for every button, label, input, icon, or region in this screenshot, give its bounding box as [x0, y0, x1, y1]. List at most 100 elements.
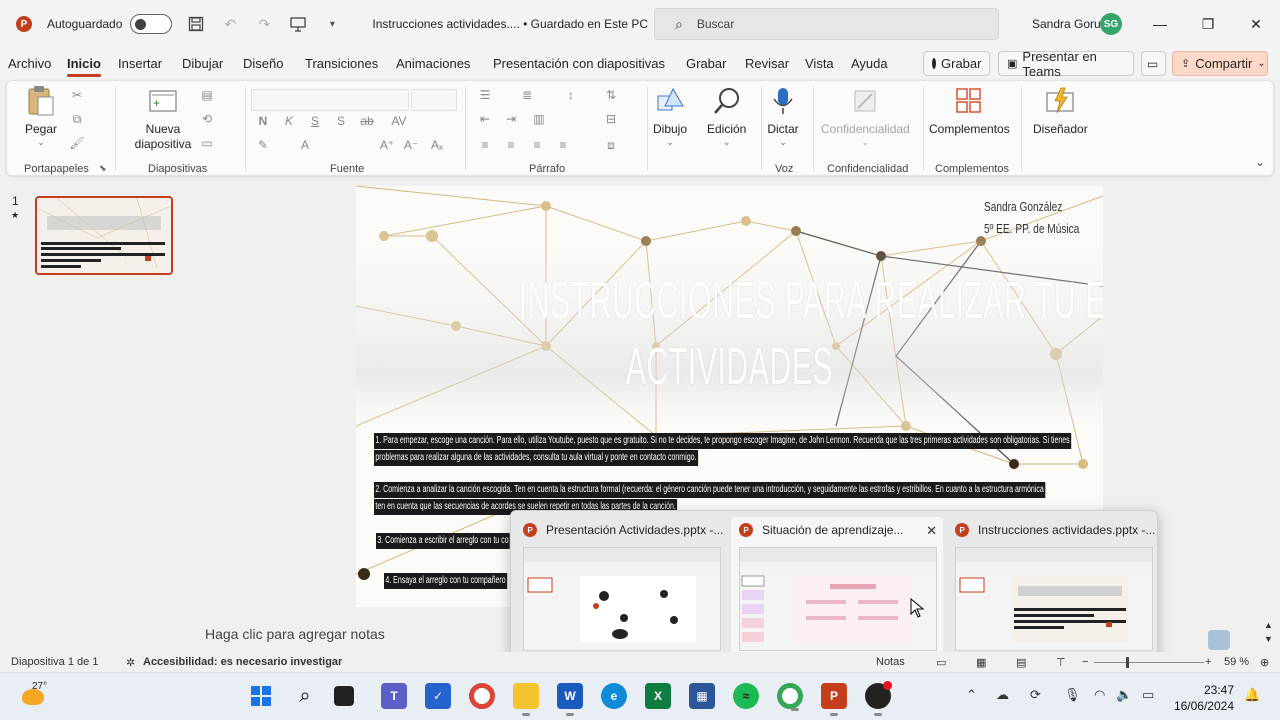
tab-ayuda[interactable]: Ayuda: [851, 56, 888, 71]
tab-insertar[interactable]: Insertar: [118, 56, 162, 71]
autosave-toggle[interactable]: [130, 14, 173, 34]
tab-vista[interactable]: Vista: [805, 56, 834, 71]
smartart-icon[interactable]: ⧈: [603, 137, 619, 153]
edge-icon[interactable]: e: [601, 683, 627, 709]
reset-icon[interactable]: ⟲: [199, 111, 215, 127]
text-direction-icon[interactable]: ⇅: [603, 87, 619, 103]
avatar[interactable]: SG: [1100, 13, 1122, 35]
restore-icon[interactable]: ❐: [1198, 14, 1218, 34]
collapse-ribbon-icon[interactable]: ⌄: [1255, 155, 1265, 169]
copilot-icon[interactable]: [1208, 630, 1230, 650]
cut-icon[interactable]: ✂: [69, 87, 85, 103]
section-icon[interactable]: ▭: [199, 135, 215, 151]
drawing-button[interactable]: Dibujo ⌄: [653, 85, 687, 148]
tab-transiciones[interactable]: Transiciones: [305, 56, 378, 71]
numbering-icon[interactable]: ≣: [519, 87, 535, 103]
italic-button[interactable]: K: [281, 113, 297, 129]
chrome-profile-icon[interactable]: [777, 683, 803, 711]
strikethrough-button[interactable]: ab: [359, 113, 375, 129]
search-icon[interactable]: ⌕: [292, 683, 318, 709]
align-center-icon[interactable]: ≡: [503, 137, 519, 153]
slide-thumbnail[interactable]: [35, 196, 173, 275]
notification-bell-icon[interactable]: 🔔: [1244, 687, 1260, 703]
grow-font-icon[interactable]: A⁺: [379, 137, 395, 153]
align-right-icon[interactable]: ≡: [529, 137, 545, 153]
highlight-icon[interactable]: ✎: [255, 137, 271, 153]
onedrive-icon[interactable]: ☁: [996, 687, 1009, 703]
tab-revisar[interactable]: Revisar: [745, 56, 789, 71]
shadow-button[interactable]: S: [333, 113, 349, 129]
fit-slide-icon[interactable]: ⊕: [1260, 656, 1269, 669]
redo-icon[interactable]: ↷: [254, 14, 274, 34]
task-view-icon[interactable]: [334, 686, 354, 706]
excel-icon[interactable]: X: [645, 683, 671, 709]
slide-info[interactable]: Diapositiva 1 de 1: [11, 656, 98, 668]
record-button[interactable]: Grabar: [923, 51, 990, 76]
preview-window-2[interactable]: P Situación de aprendizaje... ✕: [731, 517, 943, 657]
instruction-1a[interactable]: 1. Para empezar, escoge una canción. Par…: [374, 433, 1072, 449]
show-hidden-icons[interactable]: ⌃: [966, 687, 977, 703]
font-family-select[interactable]: [251, 89, 409, 111]
store-icon[interactable]: ▦: [689, 683, 715, 709]
decrease-indent-icon[interactable]: ⇤: [477, 111, 493, 127]
preview-window-1[interactable]: P Presentación Actividades.pptx -...: [515, 517, 727, 657]
zoom-slider[interactable]: [1094, 662, 1204, 663]
customize-quick-access-icon[interactable]: ▾: [322, 14, 342, 34]
clear-format-icon[interactable]: Aₓ: [429, 137, 445, 153]
volume-icon[interactable]: 🔈: [1116, 687, 1132, 703]
copy-icon[interactable]: ⧉: [69, 111, 85, 127]
microphone-icon[interactable]: 🎙: [1064, 687, 1081, 703]
tab-archivo[interactable]: Archivo: [8, 56, 51, 71]
present-in-teams-button[interactable]: ▣ Presentar en Teams: [998, 49, 1134, 79]
comments-button[interactable]: ▭: [1141, 51, 1166, 76]
scroll-down-icon[interactable]: ▼: [1264, 634, 1273, 644]
bullets-icon[interactable]: ☰: [477, 87, 493, 103]
minimize-icon[interactable]: —: [1150, 14, 1170, 34]
accessibility-status[interactable]: Accesibilidad: es necesario investigar: [143, 656, 342, 668]
chrome-icon[interactable]: [469, 683, 495, 709]
preview-window-3[interactable]: P Instrucciones actividades.pptx -...: [947, 517, 1159, 657]
zoom-level[interactable]: 59 %: [1224, 656, 1249, 668]
tab-inicio[interactable]: Inicio: [67, 56, 101, 77]
align-left-icon[interactable]: ≡: [477, 137, 493, 153]
undo-icon[interactable]: ↶: [220, 14, 240, 34]
scroll-up-icon[interactable]: ▲: [1264, 620, 1273, 630]
spotify-icon[interactable]: ≈: [733, 683, 759, 709]
underline-button[interactable]: S: [307, 113, 323, 129]
increase-indent-icon[interactable]: ⇥: [503, 111, 519, 127]
powerpoint-taskbar-icon[interactable]: P: [821, 683, 847, 716]
notes-app-icon[interactable]: ✓: [425, 683, 451, 709]
layout-icon[interactable]: ▤: [199, 87, 215, 103]
notes-pane[interactable]: Haga clic para agregar notas: [195, 618, 510, 650]
instruction-1b[interactable]: problemas para realizar alguna de las ac…: [374, 450, 698, 466]
slide-title[interactable]: INSTRUCCIONES PARA REALIZAR TU ESPACIO D…: [519, 268, 1103, 400]
slide-sorter-icon[interactable]: ▦: [976, 656, 986, 669]
columns-icon[interactable]: ▥: [531, 111, 547, 127]
wifi-icon[interactable]: ◠: [1094, 687, 1105, 703]
sync-icon[interactable]: ⟳: [1030, 687, 1041, 703]
teams-icon[interactable]: T: [381, 683, 407, 709]
clock[interactable]: 23:47 16/06/2024: [1174, 682, 1234, 714]
zoom-in-icon[interactable]: +: [1205, 656, 1211, 668]
instruction-4[interactable]: 4. Ensaya el arreglo con tu compañero: [384, 573, 508, 589]
battery-icon[interactable]: ▭: [1142, 687, 1154, 703]
line-spacing-icon[interactable]: ↕: [563, 87, 579, 103]
user-name[interactable]: Sandra Goru: [1032, 17, 1101, 31]
sensitivity-button[interactable]: Confidencialidad ⌄: [821, 85, 910, 148]
tab-diseno[interactable]: Diseño: [243, 56, 283, 71]
font-size-select[interactable]: [411, 89, 457, 111]
word-icon[interactable]: W: [557, 683, 583, 716]
align-text-icon[interactable]: ⊟: [603, 111, 619, 127]
tab-presentacion[interactable]: Presentación con diapositivas: [493, 56, 665, 71]
document-title[interactable]: Instrucciones actividades.... • Guardado…: [372, 17, 648, 31]
reading-view-icon[interactable]: ▤: [1016, 656, 1026, 669]
notes-toggle[interactable]: Notas: [876, 656, 905, 668]
start-icon[interactable]: [248, 683, 274, 709]
spacing-button[interactable]: AV: [387, 113, 411, 129]
save-icon[interactable]: [186, 14, 206, 34]
instruction-2a[interactable]: 2. Comienza a analizar la canción escogi…: [374, 482, 1046, 498]
format-painter-icon[interactable]: 🖌: [69, 135, 85, 151]
close-icon[interactable]: ✕: [1246, 14, 1266, 34]
justify-icon[interactable]: ≡: [555, 137, 571, 153]
bold-button[interactable]: N: [255, 113, 271, 129]
